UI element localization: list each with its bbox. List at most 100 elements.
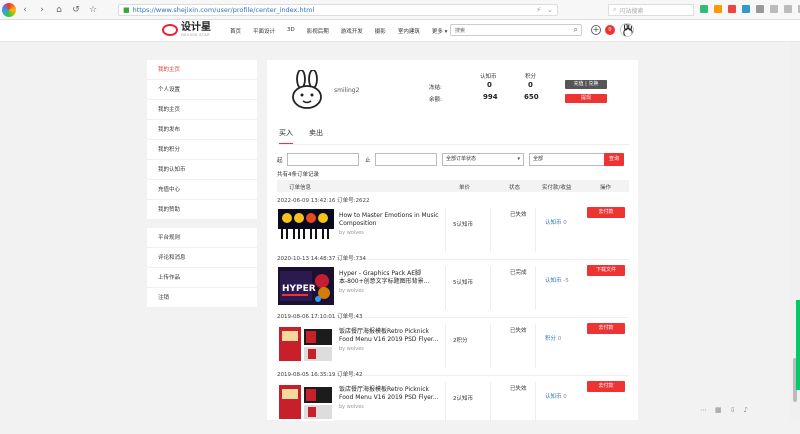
query-button[interactable]: 查询 (604, 153, 624, 166)
lightning-icon[interactable]: ⚡ (536, 6, 541, 14)
sidebar-item-settings[interactable]: 个人设置 (147, 80, 257, 100)
sidebar-item-logout[interactable]: 注销 (147, 288, 257, 308)
avatar (287, 69, 327, 110)
star-icon[interactable]: ☆ (86, 3, 100, 17)
order-thumbnail[interactable] (278, 383, 334, 421)
pay-button[interactable]: 去付款 (587, 323, 625, 334)
order-title[interactable]: How to Master Emotions in Music Composit… (339, 212, 442, 228)
order-status: 已失效 (510, 212, 527, 218)
start-date-input[interactable] (287, 153, 359, 166)
menu-item-more[interactable]: 更多 ▾ (432, 27, 448, 35)
order-status: 已完成 (510, 270, 527, 276)
points-header: 积分 (525, 74, 537, 80)
extension-icons (700, 5, 800, 13)
balance-coins: 994 (483, 93, 498, 101)
notification-badge[interactable]: 0 (605, 25, 615, 35)
sidebar-item-published[interactable]: 我的发布 (147, 120, 257, 140)
status-select[interactable]: 全部订单状态 ▾ (442, 153, 524, 166)
download-button[interactable]: 下载文件 (587, 265, 625, 276)
browser-search-input[interactable]: ⌕ 闪站搜索 (608, 4, 694, 16)
scissors-icon[interactable] (756, 5, 764, 13)
extension-icon[interactable] (742, 5, 750, 13)
type-select[interactable]: 全部▾ (529, 153, 611, 166)
to-label: 止 (365, 158, 371, 164)
forward-icon[interactable]: › (35, 3, 49, 17)
divider (535, 208, 536, 252)
order-status: 已失效 (510, 328, 527, 334)
table-row: 2019-08-05 16:35:19 订单号:42 饭店餐厅海报模板Retro… (277, 370, 629, 434)
order-price: 2认知币 (453, 396, 473, 402)
order-number: 订单号:42 (337, 372, 363, 378)
col-order-info: 订单信息 (289, 185, 312, 191)
avatar[interactable] (620, 23, 634, 37)
order-number: 订单号:43 (337, 314, 363, 320)
pay-button[interactable]: 去付款 (587, 207, 625, 218)
table-row: 2020-10-13 14:48:37 订单号:734 HYPER Hyper … (277, 254, 629, 318)
chevron-down-icon[interactable]: ⌄ (547, 6, 553, 14)
sidebar-item-points[interactable]: 我的积分 (147, 140, 257, 160)
sidebar-item-rules[interactable]: 平台规则 (147, 228, 257, 248)
sound-icon[interactable]: ♪ (744, 406, 748, 414)
end-date-input[interactable] (375, 153, 437, 166)
recharge-button[interactable]: 充值 | 兑换 (565, 80, 607, 89)
order-thumbnail[interactable]: HYPER (278, 267, 334, 305)
sidebar-item-home[interactable]: 我的主页 (147, 60, 257, 80)
order-status: 已失效 (510, 386, 527, 392)
download-icon[interactable] (784, 5, 792, 13)
pay-button[interactable]: 去付款 (587, 381, 625, 392)
order-title[interactable]: Hyper - Graphics Pack AE脚本-800+创意文字标题图形背… (339, 270, 442, 286)
col-paid: 实付款/收益 (542, 185, 572, 191)
undo-icon[interactable] (770, 5, 778, 13)
menu-item-graphic[interactable]: 平面设计 (253, 27, 275, 35)
home-icon[interactable]: ⌂ (52, 3, 66, 17)
dots-icon[interactable]: ⋯ (700, 406, 707, 414)
browser-logo-icon[interactable] (2, 3, 16, 17)
tab-sell[interactable]: 卖出 (309, 128, 323, 144)
grid-icon[interactable] (700, 5, 708, 13)
side-panel-handle[interactable] (796, 300, 800, 390)
order-author: by wolves (339, 404, 364, 410)
tab-buy[interactable]: 买入 (279, 128, 293, 144)
order-date: 2019-08-05 16:35:19 (277, 372, 336, 378)
divider (535, 266, 536, 310)
logo-icon (162, 24, 178, 36)
search-icon[interactable]: ⌕ (574, 25, 578, 35)
back-icon[interactable]: ‹ (18, 3, 32, 17)
order-number: 订单号:2622 (337, 198, 370, 204)
address-bar[interactable]: ■ https://www.shejixin.com/user/profile/… (118, 4, 558, 16)
withdraw-button[interactable]: 提现 (565, 94, 607, 103)
order-thumbnail[interactable] (278, 325, 334, 363)
add-icon[interactable]: + (591, 25, 601, 35)
extension-icon[interactable] (728, 5, 736, 13)
main-menu: 首页 平面设计 3D 影视后期 游戏开发 摄影 室内建筑 更多 ▾ (230, 27, 447, 35)
menu-item-photo[interactable]: 摄影 (375, 27, 386, 35)
table-row: 2022-06-09 13:42:16 订单号:2622 How to Mast… (277, 196, 629, 260)
sidebar-item-mypage[interactable]: 我的主页 (147, 100, 257, 120)
sidebar-item-coins[interactable]: 我的认知币 (147, 160, 257, 180)
menu-item-3d[interactable]: 3D (287, 27, 295, 35)
sidebar-item-messages[interactable]: 评论和消息 (147, 248, 257, 268)
menu-item-home[interactable]: 首页 (230, 27, 241, 35)
extension-icon[interactable] (714, 5, 722, 13)
sidebar-item-upload[interactable]: 上传作品 (147, 268, 257, 288)
order-title[interactable]: 饭店餐厅海报模板Retro Picknick Food Menu V16 201… (339, 328, 442, 344)
sidebar-item-recharge[interactable]: 充值中心 (147, 180, 257, 200)
undo-icon[interactable]: ↺ (69, 3, 83, 17)
site-logo[interactable]: 设计星 DESIGN STAR (162, 23, 211, 37)
menu-item-game[interactable]: 游戏开发 (341, 27, 363, 35)
menu-item-video[interactable]: 影视后期 (307, 27, 329, 35)
order-date: 2022-06-09 13:42:16 (277, 198, 336, 204)
divider (445, 266, 446, 310)
divider (490, 208, 491, 252)
order-price: 2积分 (453, 338, 468, 344)
order-title[interactable]: 饭店餐厅海报模板Retro Picknick Food Menu V16 201… (339, 386, 442, 402)
order-thumbnail[interactable] (278, 209, 334, 247)
coins-header: 认知币 (480, 74, 497, 80)
grid-icon[interactable]: ▦ (715, 406, 722, 414)
table-header: 订单信息 单价 状态 实付款/收益 操作 (277, 180, 629, 192)
menu-item-interior[interactable]: 室内建筑 (398, 27, 420, 35)
download-icon[interactable]: ⇩ (730, 406, 736, 414)
sidebar-item-sponsor[interactable]: 我的赞助 (147, 200, 257, 220)
site-search-input[interactable]: 搜索 ⌕ (450, 24, 582, 36)
lock-icon: ■ (123, 6, 130, 14)
